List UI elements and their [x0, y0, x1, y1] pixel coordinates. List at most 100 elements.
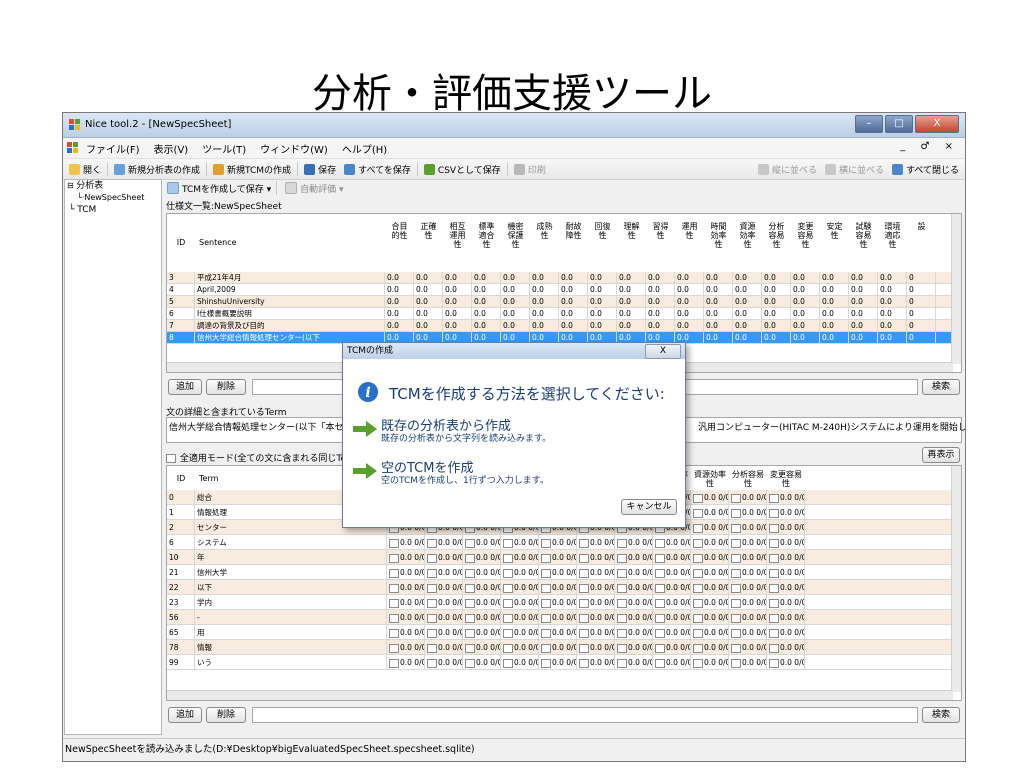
score-checkbox[interactable]	[731, 598, 741, 608]
cell-score[interactable]: 0.0	[849, 332, 878, 344]
score-checkbox[interactable]	[617, 658, 627, 668]
cell-score[interactable]: 0.0 0/0	[653, 550, 691, 565]
maximize-button[interactable]: □	[885, 115, 913, 133]
cell-score[interactable]: 0.0 0/0	[577, 580, 615, 595]
table-row[interactable]: 3 平成21年4月 0.0 0.0 0.0 0.0 0.0 0.0 0.0 0.0 0.0 0.0 0.…	[167, 272, 953, 284]
cell-score[interactable]: 0.0 0/0	[577, 595, 615, 610]
score-checkbox[interactable]	[617, 628, 627, 638]
cell-score[interactable]: 0.0 0/0	[501, 640, 539, 655]
cell-score[interactable]: 0.0	[849, 284, 878, 296]
score-checkbox[interactable]	[769, 523, 779, 533]
cell-score[interactable]: 0.0	[820, 272, 849, 284]
cell-score[interactable]: 0.0	[472, 308, 501, 320]
score-checkbox[interactable]	[427, 643, 437, 653]
cell-score[interactable]: 0.0	[704, 272, 733, 284]
cell-score[interactable]: 0.0 0/0	[767, 550, 805, 565]
score-checkbox[interactable]	[655, 583, 665, 593]
score-checkbox[interactable]	[541, 598, 551, 608]
score-checkbox[interactable]	[541, 643, 551, 653]
add-sentence-button[interactable]: 追加	[168, 379, 202, 395]
score-checkbox[interactable]	[731, 583, 741, 593]
table-row[interactable]: 65 用 0.0 0/0 0.0 0/0 0.0 0/0 0.0 0/0 0.0 0/0 0.…	[167, 625, 953, 640]
cell-score[interactable]: 0.0	[791, 332, 820, 344]
cell-score[interactable]: 0.0 0/0	[653, 640, 691, 655]
score-checkbox[interactable]	[769, 493, 779, 503]
cell-score[interactable]: 0.0	[588, 284, 617, 296]
cell-score[interactable]: 0.0	[414, 308, 443, 320]
score-checkbox[interactable]	[503, 538, 513, 548]
score-checkbox[interactable]	[655, 553, 665, 563]
cell-score[interactable]: 0.0	[443, 296, 472, 308]
cell-score[interactable]: 0.0	[878, 308, 907, 320]
cell-score[interactable]: 0.0	[733, 296, 762, 308]
score-checkbox[interactable]	[389, 643, 399, 653]
cell-score[interactable]: 0.0	[820, 296, 849, 308]
minimize-button[interactable]: –	[855, 115, 883, 133]
cell-score[interactable]: 0.0	[385, 272, 414, 284]
cell-score[interactable]: 0.0 0/0	[463, 655, 501, 670]
cell-score[interactable]: 0.0 0/0	[691, 580, 729, 595]
score-checkbox[interactable]	[731, 613, 741, 623]
score-checkbox[interactable]	[465, 568, 475, 578]
score-checkbox[interactable]	[427, 568, 437, 578]
score-checkbox[interactable]	[617, 553, 627, 563]
score-checkbox[interactable]	[655, 568, 665, 578]
cell-score[interactable]: 0.0	[704, 296, 733, 308]
cell-score[interactable]: 0.0 0/0	[615, 655, 653, 670]
score-checkbox[interactable]	[693, 598, 703, 608]
cell-score[interactable]: 0.0	[878, 320, 907, 332]
score-checkbox[interactable]	[389, 628, 399, 638]
option-from-existing[interactable]: 既存の分析表から作成 既存の分析表から文字列を読み込みます。	[353, 415, 673, 449]
cell-score[interactable]: 0.0	[820, 320, 849, 332]
dialog-cancel-button[interactable]: キャンセル	[621, 499, 677, 515]
open-button[interactable]: 開く	[65, 163, 105, 176]
cell-score[interactable]: 0.0 0/0	[501, 550, 539, 565]
save-csv-button[interactable]: CSVとして保存	[420, 163, 505, 176]
cell-score[interactable]: 0.0	[617, 296, 646, 308]
cell-score[interactable]: 0.0 0/0	[653, 625, 691, 640]
cell-score[interactable]: 0.0 0/0	[729, 535, 767, 550]
cell-score[interactable]: 0.0	[588, 272, 617, 284]
cell-score[interactable]: 0.0	[501, 296, 530, 308]
cell-score[interactable]: 0.0 0/0	[387, 535, 425, 550]
cell-score[interactable]: 0.0 0/0	[577, 565, 615, 580]
cell-score[interactable]: 0.0 0/0	[767, 640, 805, 655]
score-checkbox[interactable]	[503, 553, 513, 563]
cell-score[interactable]: 0.0 0/0	[615, 565, 653, 580]
cell-score[interactable]: 0.0 0/0	[767, 610, 805, 625]
cell-score[interactable]: 0.0	[414, 320, 443, 332]
score-checkbox[interactable]	[579, 658, 589, 668]
cell-score[interactable]: 0.0	[646, 296, 675, 308]
cell-score[interactable]: 0.0 0/0	[729, 520, 767, 535]
score-checkbox[interactable]	[731, 553, 741, 563]
cell-score[interactable]: 0.0 0/0	[539, 655, 577, 670]
score-checkbox[interactable]	[693, 613, 703, 623]
score-checkbox[interactable]	[389, 658, 399, 668]
table-row[interactable]: 6 Ⅰ仕様書概要説明 0.0 0.0 0.0 0.0 0.0 0.0 0.0 0.0 0.0 0.0 0…	[167, 308, 953, 320]
cell-score[interactable]: 0.0 0/0	[615, 580, 653, 595]
score-checkbox[interactable]	[465, 538, 475, 548]
score-checkbox[interactable]	[769, 568, 779, 578]
mdi-window-controls[interactable]: _ ♂ ×	[900, 141, 959, 152]
cell-score[interactable]: 0.0	[791, 272, 820, 284]
cell-score[interactable]: 0.0	[385, 284, 414, 296]
cell-score[interactable]: 0.0	[849, 308, 878, 320]
score-checkbox[interactable]	[427, 598, 437, 608]
cell-score[interactable]: 0.0 0/0	[691, 550, 729, 565]
delete-term-button[interactable]: 削除	[206, 707, 246, 723]
cell-score[interactable]: 0.0 0/0	[767, 625, 805, 640]
checkbox-box[interactable]	[166, 454, 176, 463]
new-analysis-button[interactable]: 新規分析表の作成	[110, 163, 204, 176]
score-checkbox[interactable]	[769, 598, 779, 608]
score-checkbox[interactable]	[465, 613, 475, 623]
cell-score[interactable]: 0.0	[762, 272, 791, 284]
tile-vertical-button[interactable]: 縦に並べる	[754, 163, 821, 176]
table-row[interactable]: 5 ShinshuUniversity 0.0 0.0 0.0 0.0 0.0 0.0 0.0 0…	[167, 296, 953, 308]
score-checkbox[interactable]	[617, 643, 627, 653]
score-checkbox[interactable]	[389, 553, 399, 563]
cell-score[interactable]: 0.0	[820, 284, 849, 296]
close-all-button[interactable]: すべて閉じる	[888, 163, 963, 176]
cell-score[interactable]: 0.0 0/0	[729, 625, 767, 640]
cell-score[interactable]: 0.0	[588, 308, 617, 320]
cell-score[interactable]: 0.0	[443, 284, 472, 296]
